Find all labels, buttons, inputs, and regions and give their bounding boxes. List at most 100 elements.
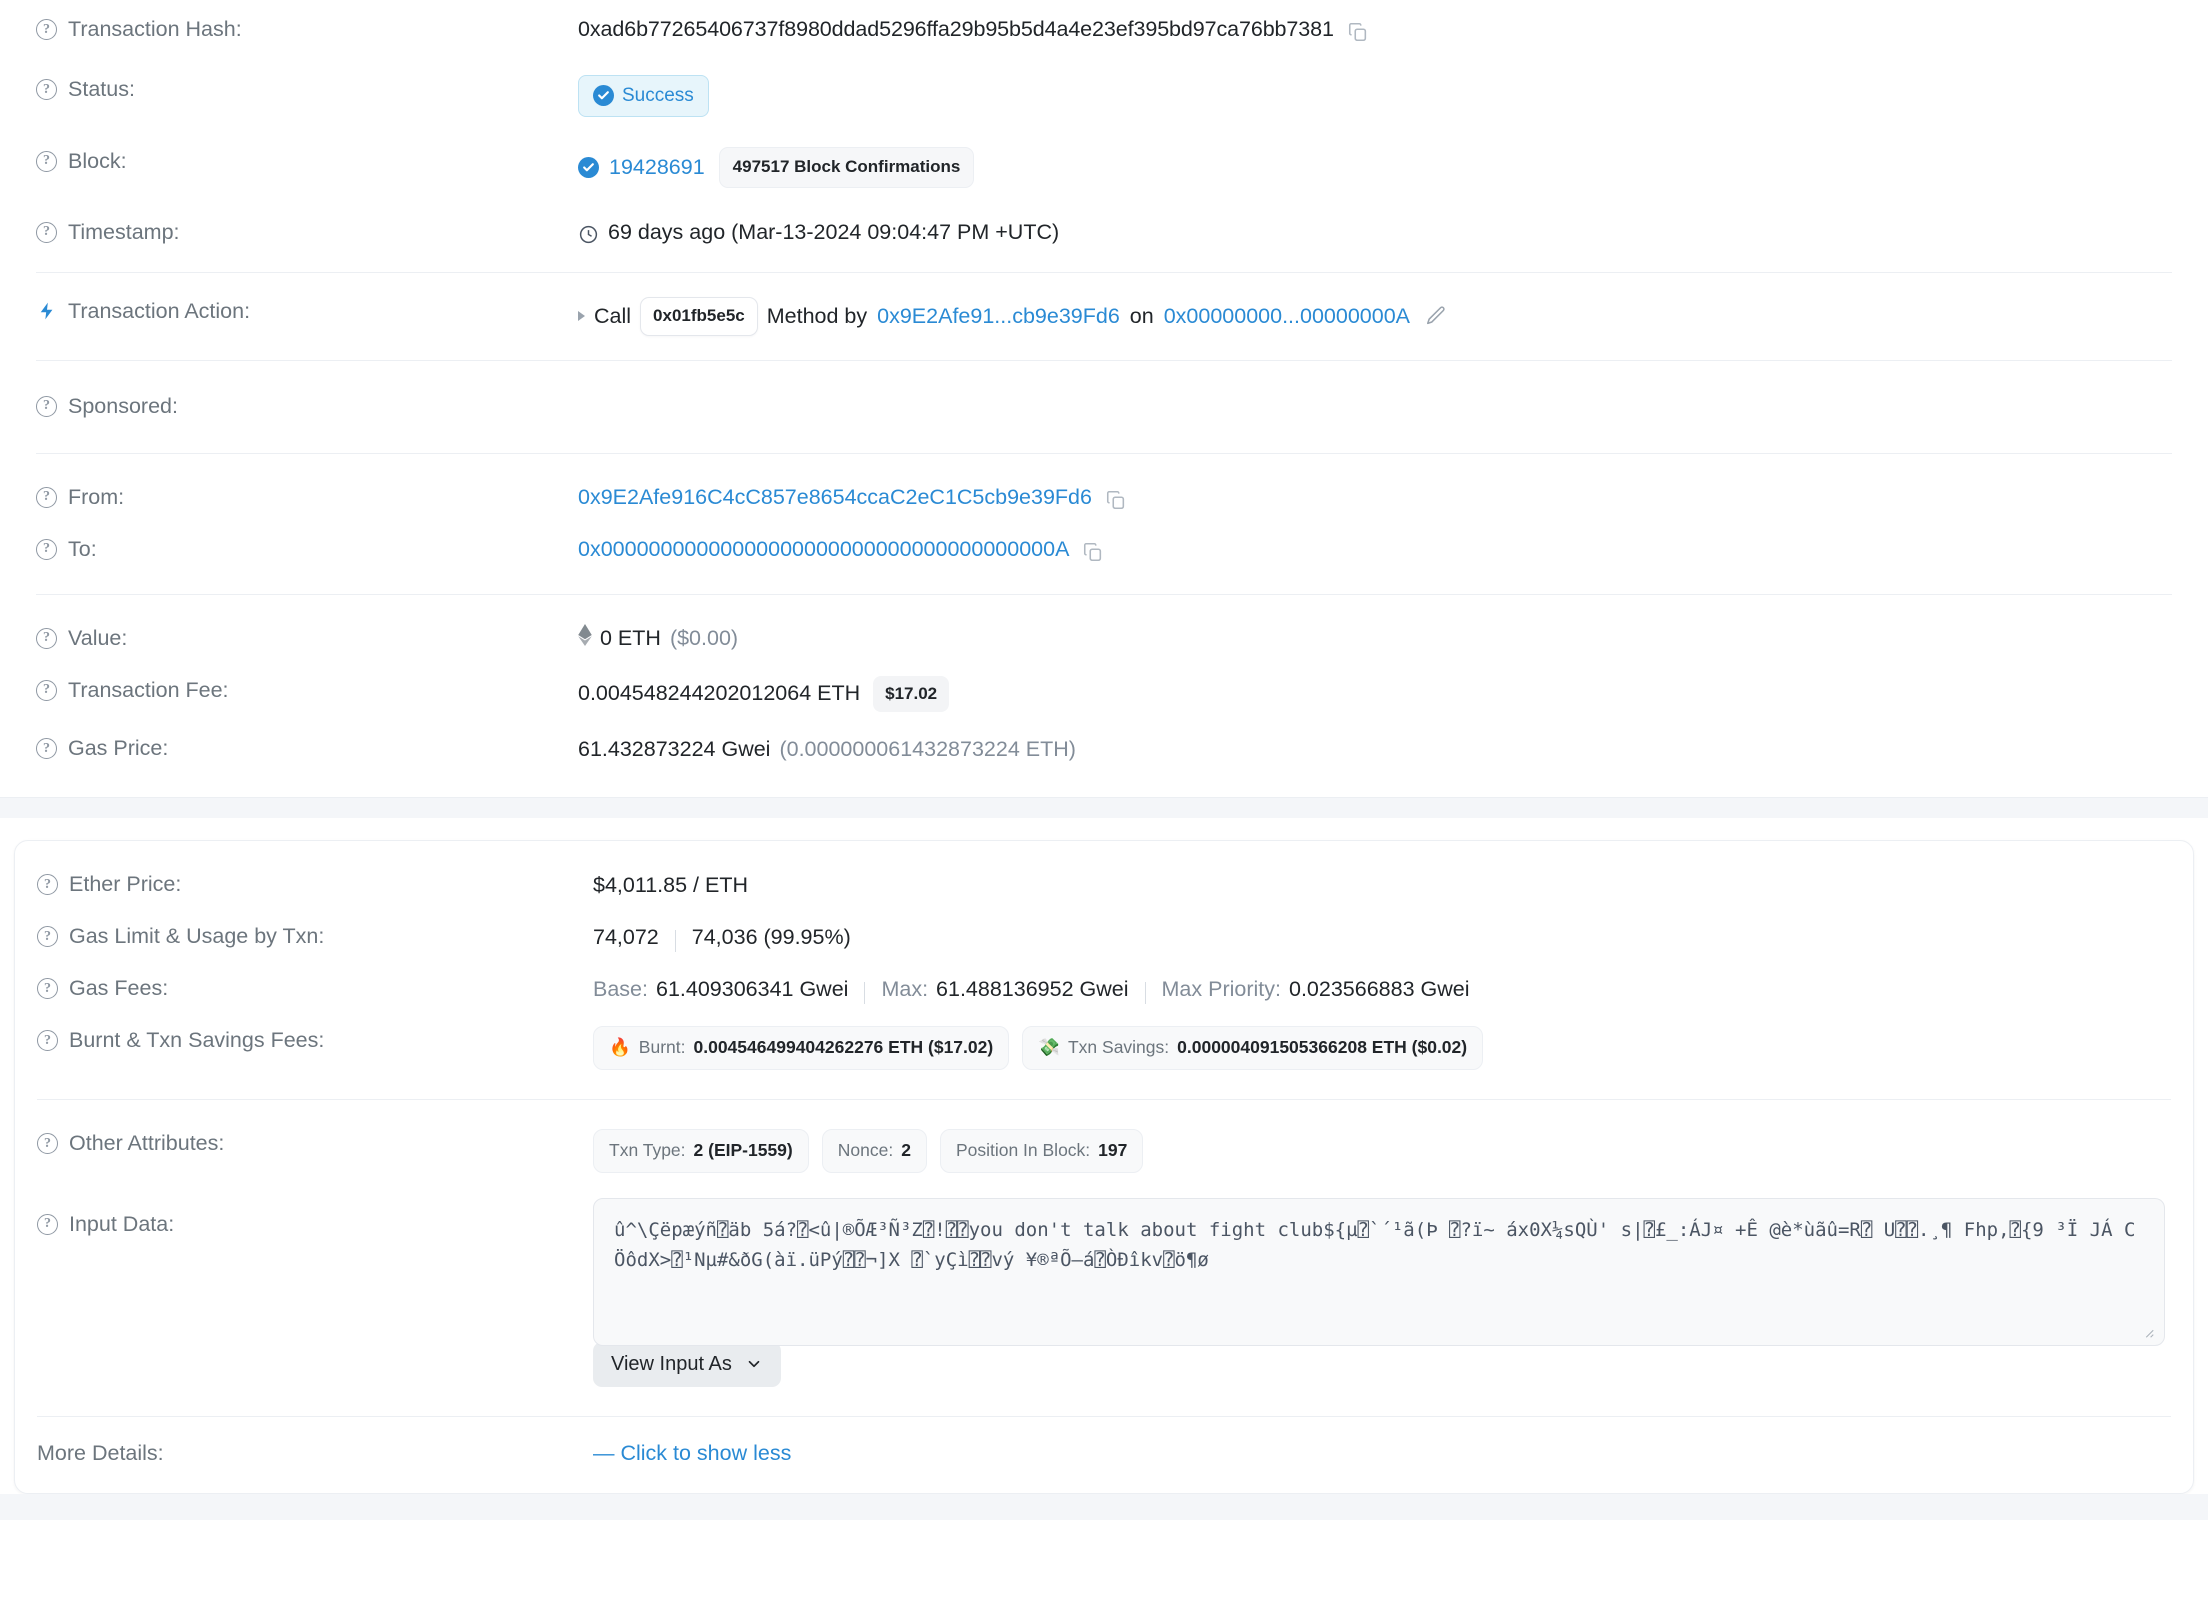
edit-pencil-icon[interactable] bbox=[1425, 305, 1447, 327]
help-icon[interactable]: ? bbox=[37, 1133, 58, 1155]
click-to-show-less-link[interactable]: — Click to show less bbox=[593, 1439, 791, 1468]
gas-fee-max-label: Max: bbox=[881, 976, 929, 1001]
help-icon[interactable]: ? bbox=[37, 874, 58, 896]
help-icon[interactable]: ? bbox=[37, 978, 58, 1000]
ether-price-value: $4,011.85 / ETH bbox=[593, 872, 748, 897]
label-text: Timestamp: bbox=[68, 219, 180, 244]
action-call-text: Call bbox=[594, 303, 632, 328]
ethereum-diamond-icon bbox=[578, 623, 592, 654]
label-from: ? From: bbox=[0, 483, 578, 512]
page-bottom-spacer bbox=[0, 1493, 2208, 1520]
help-icon[interactable]: ? bbox=[36, 486, 57, 508]
gas-price-eth: (0.000000061432873224 ETH) bbox=[779, 736, 1076, 761]
transaction-overview-card: ? Transaction Hash: 0xad6b77265406737f89… bbox=[0, 0, 2208, 799]
view-input-as-label: View Input As bbox=[611, 1352, 732, 1375]
attr-key: Txn Type: bbox=[609, 1140, 686, 1161]
label-text: To: bbox=[68, 536, 97, 561]
help-icon[interactable]: ? bbox=[37, 926, 58, 948]
label-input-data: ? Input Data: bbox=[15, 1210, 593, 1239]
to-address-link[interactable]: 0x00000000000000000000000000000000000000… bbox=[578, 535, 1069, 564]
card-gap bbox=[0, 798, 2208, 819]
gas-limit-value: 74,072 bbox=[593, 924, 659, 949]
value-gas-limit-usage: 74,072 74,036 (99.95%) bbox=[593, 922, 2193, 953]
row-block: ? Block: 19428691 497517 Block Confirmat… bbox=[0, 132, 2208, 203]
row-transaction-fee: ? Transaction Fee: 0.004548244202012064 … bbox=[0, 665, 2208, 724]
label-text: Transaction Action: bbox=[68, 298, 251, 323]
value-other-attributes: Txn Type: 2 (EIP-1559) Nonce: 2 Position… bbox=[593, 1129, 2193, 1173]
action-from-link[interactable]: 0x9E2Afe91...cb9e39Fd6 bbox=[877, 302, 1120, 331]
row-status: ? Status: Success bbox=[0, 60, 2208, 132]
burnt-fee-badge: 🔥 Burnt: 0.004546499404262276 ETH ($17.0… bbox=[593, 1026, 1010, 1071]
block-confirmations-badge: 497517 Block Confirmations bbox=[718, 146, 975, 188]
transaction-hash-value: 0xad6b77265406737f8980ddad5296ffa29b95b5… bbox=[578, 17, 1334, 42]
resize-grip-icon[interactable] bbox=[2141, 1325, 2155, 1339]
gas-fee-maxpriority-label: Max Priority: bbox=[1161, 976, 1281, 1001]
label-text: Sponsored: bbox=[68, 393, 178, 418]
gas-fee-max-value: 61.488136952 Gwei bbox=[936, 976, 1129, 1001]
help-icon[interactable]: ? bbox=[36, 221, 57, 243]
input-data-textarea[interactable]: û^\Çëpæýñ⍰äb 5á?⍰<û|®ÕÆ³Ñ³Z⍰!⍰⍰you don't… bbox=[593, 1197, 2165, 1346]
fire-icon: 🔥 bbox=[609, 1037, 631, 1058]
attr-key: Nonce: bbox=[837, 1140, 894, 1161]
action-method-by-text: Method by bbox=[766, 303, 868, 328]
help-icon[interactable]: ? bbox=[37, 1213, 58, 1235]
help-icon[interactable]: ? bbox=[36, 627, 57, 649]
label-transaction-fee: ? Transaction Fee: bbox=[0, 676, 578, 705]
label-transaction-hash: ? Transaction Hash: bbox=[0, 15, 578, 44]
label-text: Burnt & Txn Savings Fees: bbox=[69, 1028, 325, 1053]
burnt-label: Burnt: bbox=[638, 1037, 686, 1058]
value-input-data: û^\Çëpæýñ⍰äb 5á?⍰<û|®ÕÆ³Ñ³Z⍰!⍰⍰you don't… bbox=[593, 1197, 2193, 1387]
block-number-link[interactable]: 19428691 bbox=[609, 153, 705, 182]
value-gas-price: 61.432873224 Gwei (0.000000061432873224 … bbox=[578, 734, 2208, 764]
label-text: Gas Price: bbox=[68, 736, 169, 761]
savings-label: Txn Savings: bbox=[1067, 1037, 1170, 1058]
label-block: ? Block: bbox=[0, 147, 578, 176]
row-burnt-savings-fees: ? Burnt & Txn Savings Fees: 🔥 Burnt: 0.0… bbox=[15, 1015, 2193, 1081]
from-address-link[interactable]: 0x9E2Afe916C4cC857e8654ccaC2eC1C5cb9e39F… bbox=[578, 483, 1092, 512]
row-input-data: ? Input Data: û^\Çëpæýñ⍰äb 5á?⍰<û|®ÕÆ³Ñ³… bbox=[15, 1184, 2193, 1402]
attr-val: 2 bbox=[901, 1140, 911, 1161]
row-transaction-hash: ? Transaction Hash: 0xad6b77265406737f89… bbox=[0, 0, 2208, 60]
help-icon[interactable]: ? bbox=[36, 679, 57, 701]
help-icon[interactable]: ? bbox=[36, 395, 57, 417]
block-confirmed-icon bbox=[578, 156, 599, 178]
money-with-wings-icon: 💸 bbox=[1038, 1037, 1060, 1058]
help-icon[interactable]: ? bbox=[36, 150, 57, 172]
copy-icon[interactable] bbox=[1347, 21, 1369, 43]
help-icon[interactable]: ? bbox=[37, 1030, 58, 1052]
label-sponsored: ? Sponsored: bbox=[0, 392, 578, 421]
value-block: 19428691 497517 Block Confirmations bbox=[578, 146, 2208, 188]
label-status: ? Status: bbox=[0, 75, 578, 104]
lightning-icon bbox=[36, 300, 57, 322]
view-input-as-button[interactable]: View Input As bbox=[593, 1341, 781, 1387]
label-text: Value: bbox=[68, 625, 128, 650]
copy-icon[interactable] bbox=[1082, 541, 1104, 563]
label-more-details: More Details: bbox=[15, 1439, 593, 1468]
check-circle-icon bbox=[593, 85, 614, 107]
fee-eth: 0.004548244202012064 ETH bbox=[578, 681, 861, 706]
help-icon[interactable]: ? bbox=[36, 19, 57, 40]
row-timestamp: ? Timestamp: 69 days ago (Mar-13-2024 09… bbox=[0, 203, 2208, 263]
divider bbox=[37, 1099, 2171, 1101]
label-text: Block: bbox=[68, 148, 127, 173]
attr-key: Position In Block: bbox=[955, 1140, 1091, 1161]
value-transaction-hash: 0xad6b77265406737f8980ddad5296ffa29b95b5… bbox=[578, 15, 2208, 45]
row-to: ? To: 0x00000000000000000000000000000000… bbox=[0, 524, 2208, 576]
value-status: Success bbox=[578, 75, 2208, 117]
row-value: ? Value: 0 ETH ($0.00) bbox=[0, 604, 2208, 665]
divider bbox=[36, 452, 2172, 454]
help-icon[interactable]: ? bbox=[36, 538, 57, 560]
attribute-badge-txn-type: Txn Type: 2 (EIP-1559) bbox=[593, 1129, 809, 1173]
attribute-badge-position-in-block: Position In Block: 197 bbox=[939, 1129, 1144, 1173]
chevron-right-icon[interactable] bbox=[578, 311, 585, 322]
label-transaction-action: Transaction Action: bbox=[0, 297, 578, 326]
action-contract-link[interactable]: 0x00000000...00000000A bbox=[1164, 302, 1410, 331]
copy-icon[interactable] bbox=[1105, 489, 1127, 511]
status-badge: Success bbox=[578, 75, 709, 117]
label-text: Transaction Hash: bbox=[68, 17, 242, 41]
help-icon[interactable]: ? bbox=[36, 79, 57, 100]
row-ether-price: ? Ether Price: $4,011.85 / ETH bbox=[15, 859, 2193, 911]
help-icon[interactable]: ? bbox=[36, 738, 57, 760]
value-to: 0x00000000000000000000000000000000000000… bbox=[578, 535, 2208, 565]
value-transaction-action: Call 0x01fb5e5c Method by 0x9E2Afe91...c… bbox=[578, 296, 2208, 336]
